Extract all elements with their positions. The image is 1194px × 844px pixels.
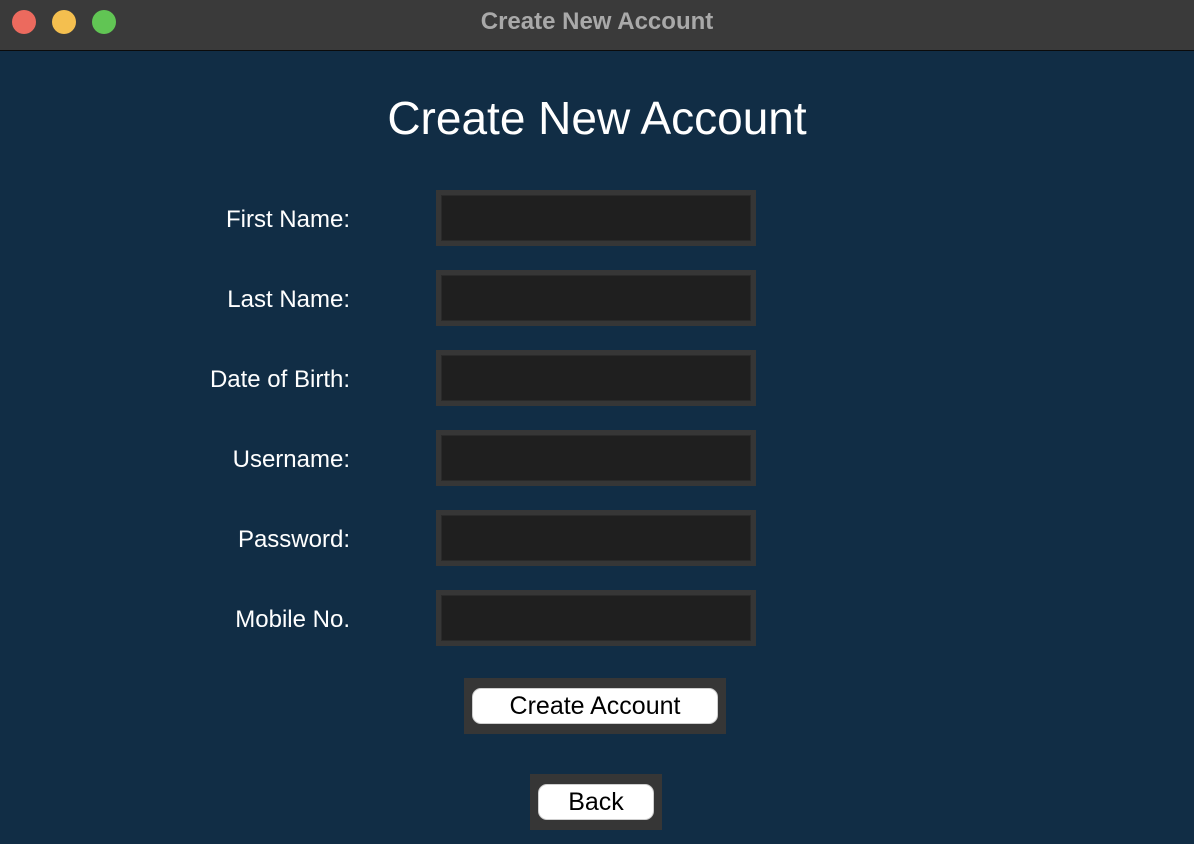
date-of-birth-label: Date of Birth: (209, 366, 350, 393)
password-input[interactable] (441, 515, 751, 561)
username-field-frame (436, 430, 756, 486)
last-name-input[interactable] (441, 275, 751, 321)
create-account-button[interactable]: Create Account (472, 688, 718, 724)
back-button-frame: Back (530, 774, 662, 830)
date-of-birth-field-frame (436, 350, 756, 406)
mobile-number-label: Mobile No. (235, 606, 350, 633)
create-account-button-frame: Create Account (464, 678, 726, 734)
date-of-birth-input[interactable] (441, 355, 751, 401)
title-bar: Create New Account (0, 0, 1194, 51)
app-window: Create New Account Create New Account Fi… (0, 0, 1194, 844)
first-name-field-frame (436, 190, 756, 246)
password-field-frame (436, 510, 756, 566)
username-label: Username: (232, 446, 350, 473)
last-name-label: Last Name: (227, 286, 350, 313)
first-name-label: First Name: (225, 206, 350, 233)
page-title: Create New Account (387, 92, 807, 144)
last-name-field-frame (436, 270, 756, 326)
window-title: Create New Account (480, 8, 714, 35)
mobile-number-input[interactable] (441, 595, 751, 641)
back-button[interactable]: Back (538, 784, 654, 820)
username-input[interactable] (441, 435, 751, 481)
password-label: Password: (237, 526, 350, 553)
first-name-input[interactable] (441, 195, 751, 241)
mobile-number-field-frame (436, 590, 756, 646)
